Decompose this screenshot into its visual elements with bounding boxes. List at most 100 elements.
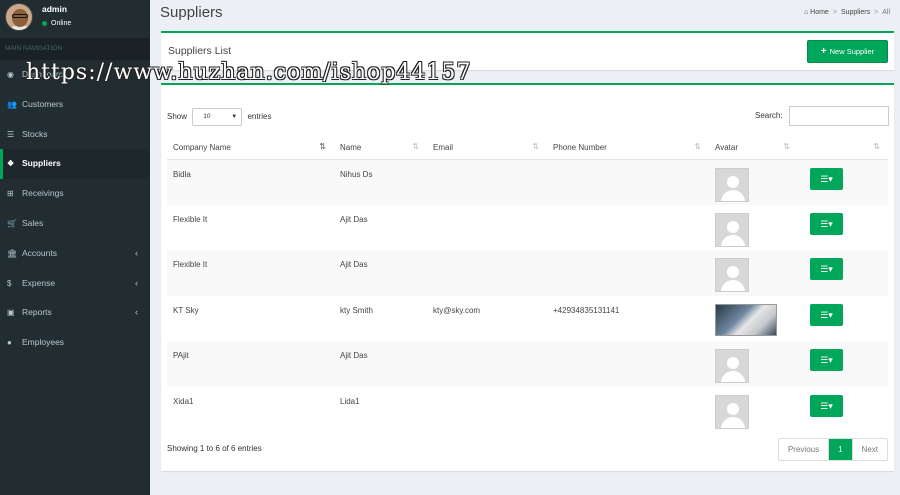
cart-icon: 🛒 bbox=[7, 218, 17, 228]
online-dot-icon bbox=[42, 20, 47, 26]
supplier-photo bbox=[715, 303, 777, 336]
cell-actions: ☰▾ bbox=[798, 296, 888, 342]
cell-phone bbox=[547, 205, 709, 251]
list-menu-icon: ☰▾ bbox=[820, 218, 833, 229]
entries-select[interactable]: 10 ▼ bbox=[192, 108, 243, 126]
cell-actions: ☰▾ bbox=[798, 341, 888, 387]
cell-company: Flexible It bbox=[173, 214, 208, 224]
breadcrumb-section[interactable]: Suppliers bbox=[841, 9, 870, 16]
cell-avatar bbox=[709, 341, 798, 387]
cell-email bbox=[427, 159, 547, 205]
sidebar-item-expense[interactable]: $ Expense ‹ bbox=[0, 269, 150, 299]
table-info: Showing 1 to 6 of 6 entries bbox=[167, 444, 262, 453]
sidebar-item-reports[interactable]: ▣ Reports ‹ bbox=[0, 298, 150, 328]
cell-name: Lida1 bbox=[340, 396, 360, 406]
sort-asc-icon: ⇅ bbox=[319, 142, 326, 151]
cell-phone bbox=[547, 341, 709, 387]
dashboard-icon: ◉ bbox=[7, 70, 14, 79]
page-title: Suppliers bbox=[160, 4, 223, 21]
col-company-name[interactable]: Company Name ⇅ bbox=[167, 136, 334, 160]
sidebar-item-label: Employees bbox=[22, 337, 65, 348]
sort-icon: ⇅ bbox=[412, 142, 419, 151]
watermark: https://www.huzhan.com/ishop44157 bbox=[26, 60, 472, 85]
cell-name: Ajit Das bbox=[340, 214, 368, 224]
search-input[interactable] bbox=[789, 106, 889, 126]
sort-icon: ⇅ bbox=[783, 142, 790, 151]
avatar-placeholder-icon bbox=[715, 394, 749, 429]
sidebar-item-suppliers[interactable]: ❖ Suppliers bbox=[0, 149, 150, 180]
cubes-icon: ❖ bbox=[7, 159, 15, 169]
sidebar-item-employees[interactable]: ● Employees bbox=[0, 328, 150, 358]
cell-email bbox=[427, 387, 547, 433]
sidebar-item-sales[interactable]: 🛒 Sales bbox=[0, 209, 150, 239]
sidebar-item-stocks[interactable]: ☰ Stocks bbox=[0, 120, 150, 150]
row-actions-button[interactable]: ☰▾ bbox=[810, 303, 843, 326]
page-1-button[interactable]: 1 bbox=[829, 439, 853, 460]
cell-email: kty@sky.com bbox=[433, 305, 481, 315]
row-actions-button[interactable]: ☰▾ bbox=[810, 394, 843, 417]
list-menu-icon: ☰▾ bbox=[820, 173, 833, 184]
cell-actions: ☰▾ bbox=[798, 159, 888, 205]
cell-company: Xida1 bbox=[173, 396, 194, 406]
avatar-placeholder-icon bbox=[715, 349, 749, 383]
suppliers-table-box: Show 10 ▼ entries Search: Company Name ⇅ N… bbox=[161, 83, 894, 471]
col-name[interactable]: Name ⇅ bbox=[334, 136, 427, 160]
cell-actions: ☰▾ bbox=[798, 250, 888, 296]
col-avatar[interactable]: Avatar ⇅ bbox=[709, 136, 798, 160]
avatar-placeholder-icon bbox=[715, 258, 749, 292]
suppliers-table: Company Name ⇅ Name ⇅ Email ⇅ Phone Number ⇅… bbox=[167, 136, 888, 432]
cell-avatar bbox=[709, 387, 798, 433]
sidebar-item-receivings[interactable]: ⊞ Receivings bbox=[0, 179, 150, 209]
row-actions-button[interactable]: ☰▾ bbox=[810, 258, 843, 280]
sidebar-item-accounts[interactable]: 🏛 Accounts ‹ bbox=[0, 239, 150, 269]
avatar-placeholder-icon bbox=[715, 212, 749, 247]
cell-actions: ☰▾ bbox=[798, 205, 888, 251]
cell-name: Ajit Das bbox=[334, 341, 427, 387]
col-phone[interactable]: Phone Number ⇅ bbox=[547, 136, 709, 160]
row-actions-button[interactable]: ☰▾ bbox=[810, 212, 843, 235]
cell-phone bbox=[547, 159, 709, 205]
sidebar-item-label: Customers bbox=[22, 98, 64, 109]
col-actions[interactable]: ⇅ bbox=[798, 136, 888, 160]
new-supplier-button[interactable]: + New Supplier bbox=[807, 40, 888, 63]
cell-company: Flexible It bbox=[167, 250, 334, 296]
nav-header: MAIN NAVIGATION bbox=[0, 38, 150, 60]
box-title: Suppliers List bbox=[168, 45, 232, 57]
search-label: Search: bbox=[755, 111, 783, 120]
cell-name: Ajit Das bbox=[334, 250, 427, 296]
avatar bbox=[5, 3, 33, 31]
previous-button[interactable]: Previous bbox=[779, 439, 830, 460]
row-actions-button[interactable]: ☰▾ bbox=[810, 167, 843, 190]
list-menu-icon: ☰▾ bbox=[820, 309, 833, 320]
cell-email bbox=[427, 341, 547, 387]
cell-email bbox=[427, 205, 547, 251]
sitemap-icon: ⊞ bbox=[7, 189, 14, 199]
sidebar-item-label: Sales bbox=[22, 217, 44, 228]
cell-company: Bidla bbox=[167, 159, 334, 205]
sidebar-item-label: Stocks bbox=[22, 128, 48, 139]
breadcrumb-current: All bbox=[882, 9, 890, 16]
col-email[interactable]: Email ⇅ bbox=[427, 136, 547, 160]
next-button[interactable]: Next bbox=[853, 439, 887, 460]
sidebar-item-customers[interactable]: 👥 Customers bbox=[0, 90, 150, 120]
home-icon: ⌂ bbox=[803, 9, 809, 16]
cell-actions: ☰▾ bbox=[798, 387, 888, 433]
sidebar-item-label: Suppliers bbox=[22, 158, 61, 169]
cell-company: KT Sky bbox=[173, 305, 199, 315]
breadcrumb-home[interactable]: Home bbox=[810, 9, 829, 16]
sidebar-item-label: Reports bbox=[22, 307, 52, 318]
pagination: Previous 1 Next bbox=[777, 438, 888, 461]
row-actions-button[interactable]: ☰▾ bbox=[810, 349, 843, 371]
sidebar-item-label: Accounts bbox=[22, 247, 57, 258]
dollar-icon: $ bbox=[7, 278, 12, 288]
list-menu-icon: ☰▾ bbox=[820, 400, 833, 411]
bank-icon: 🏛 bbox=[7, 248, 18, 258]
cell-phone bbox=[547, 250, 709, 296]
plus-icon: + bbox=[820, 46, 827, 57]
list-menu-icon: ☰▾ bbox=[820, 264, 833, 274]
table-row: PAjit Ajit Das ☰▾ bbox=[167, 341, 888, 387]
money-icon: ▣ bbox=[7, 308, 15, 318]
avatar-placeholder-icon bbox=[715, 167, 749, 202]
user-name: admin bbox=[42, 4, 68, 14]
sidebar-item-label: Expense bbox=[22, 277, 56, 288]
